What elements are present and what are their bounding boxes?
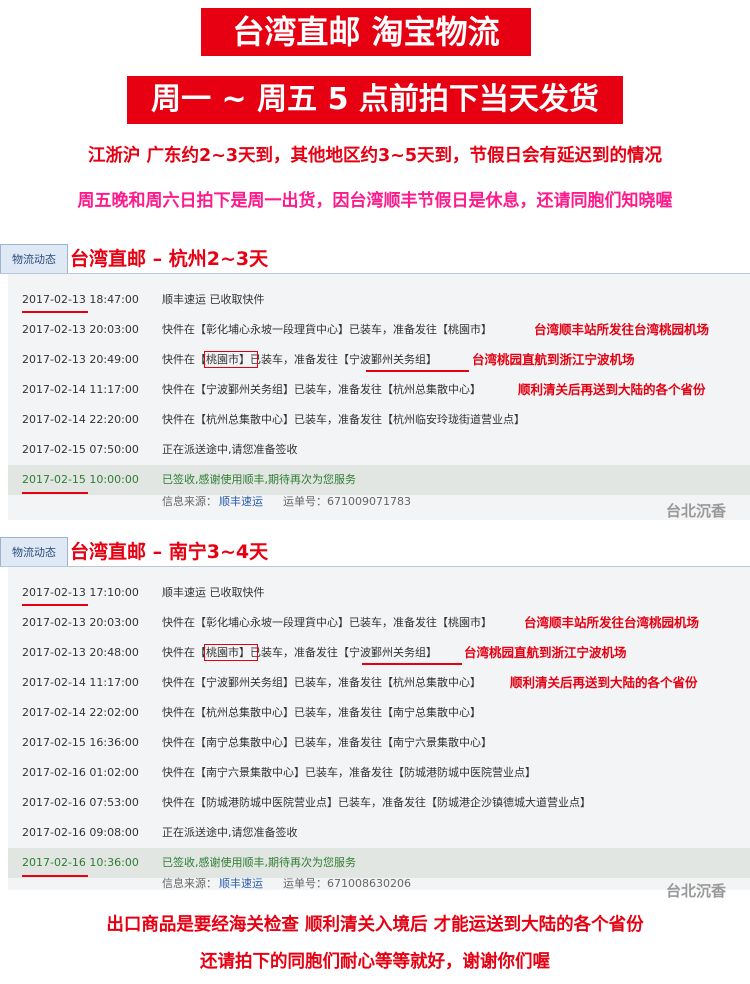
event-desc: 顺丰速运 已收取快件	[162, 293, 265, 306]
highlight-underline	[22, 492, 88, 494]
route-note: 台湾顺丰站所发往台湾桃园机场	[534, 322, 710, 337]
tracking-section-hangzhou: 物流动态 台湾直邮 – 杭州2~3天 2017-02-13 18:47:00 顺…	[0, 244, 750, 520]
route-note: 台湾顺丰站所发往台湾桃园机场	[524, 615, 700, 630]
tracking-row: 2017-02-14 11:17:00 快件在【宁波鄞州关务组】已装车，准备发往…	[8, 375, 750, 405]
highlight-underline	[362, 663, 462, 665]
tracking-row: 2017-02-14 22:02:00 快件在【杭州总集散中心】已装车，准备发往…	[8, 698, 750, 728]
shipping-time-banner: 周一 ~ 周五 5 点前拍下当天发货	[127, 76, 623, 124]
event-time: 2017-02-16 07:53:00	[22, 796, 139, 809]
tab-logistics[interactable]: 物流动态	[0, 244, 68, 273]
tracking-row: 2017-02-13 20:03:00 快件在【彰化埔心永坡一段理貨中心】已装车…	[8, 315, 750, 345]
tracking-section-nanning: 物流动态 台湾直邮 – 南宁3~4天 2017-02-13 17:10:00 顺…	[0, 537, 750, 900]
event-desc: 快件在【彰化埔心永坡一段理貨中心】已装车，准备发往【桃園市】	[162, 616, 492, 629]
waybill-number: 671009071783	[327, 495, 411, 508]
event-time: 2017-02-16 10:36:00	[22, 856, 139, 869]
event-time: 2017-02-16 09:08:00	[22, 826, 139, 839]
thanks-notice: 还请拍下的同胞们耐心等等就好，谢谢你们喔	[200, 952, 550, 972]
event-desc: 快件在【宁波鄞州关务组】已装车，准备发往【杭州总集散中心】	[162, 383, 481, 396]
highlight-underline	[22, 604, 88, 606]
event-time: 2017-02-14 11:17:00	[22, 383, 139, 396]
source-link[interactable]: 顺丰速运	[219, 877, 263, 890]
tracking-row: 2017-02-16 07:53:00 快件在【防城港防城中医院营业点】已装车，…	[8, 788, 750, 818]
highlight-underline	[22, 875, 88, 877]
tracking-row: 2017-02-13 20:48:00 快件在【桃園市】已装车，准备发往【宁波鄞…	[8, 638, 750, 668]
event-time: 2017-02-13 20:48:00	[22, 646, 139, 659]
event-time: 2017-02-14 22:02:00	[22, 706, 139, 719]
route-note: 台湾桃园直航到浙江宁波机场	[472, 352, 635, 367]
customs-notice: 出口商品是要经海关检查 顺利清关入境后 才能运送到大陆的各个省份	[106, 915, 644, 935]
route-note: 顺利清关后再送到大陆的各个省份	[510, 675, 698, 690]
tracking-row: 2017-02-13 20:49:00 快件在【桃園市】已装车，准备发往【宁波鄞…	[8, 345, 750, 375]
watermark: 台北沉香	[665, 882, 726, 900]
event-time: 2017-02-13 20:49:00	[22, 353, 139, 366]
highlight-box	[204, 351, 258, 368]
tab-bar: 物流动态 台湾直邮 – 南宁3~4天	[0, 537, 750, 567]
event-time: 2017-02-13 20:03:00	[22, 323, 139, 336]
event-desc: 快件在【宁波鄞州关务组】已装车，准备发往【杭州总集散中心】	[162, 676, 481, 689]
event-desc: 正在派送途中,请您准备签收	[162, 443, 298, 456]
section-title: 台湾直邮 – 南宁3~4天	[70, 541, 269, 563]
event-time: 2017-02-15 16:36:00	[22, 736, 139, 749]
route-note: 台湾桃园直航到浙江宁波机场	[464, 645, 627, 660]
event-desc: 快件在【彰化埔心永坡一段理貨中心】已装车，准备发往【桃園市】	[162, 323, 492, 336]
tab-bar: 物流动态 台湾直邮 – 杭州2~3天	[0, 244, 750, 274]
event-time: 2017-02-15 10:00:00	[22, 473, 139, 486]
event-desc: 顺丰速运 已收取快件	[162, 586, 265, 599]
tracking-row: 2017-02-15 16:36:00 快件在【南宁总集散中心】已装车，准备发往…	[8, 728, 750, 758]
source-info: 信息来源： 顺丰速运 运单号：671009071783	[162, 495, 411, 508]
event-time: 2017-02-14 11:17:00	[22, 676, 139, 689]
tracking-row: 2017-02-15 07:50:00 正在派送途中,请您准备签收	[8, 435, 750, 465]
tracking-row: 2017-02-13 18:47:00 顺丰速运 已收取快件	[8, 285, 750, 315]
event-time: 2017-02-16 01:02:00	[22, 766, 139, 779]
waybill-number: 671008630206	[327, 877, 411, 890]
event-desc: 快件在【杭州总集散中心】已装车，准备发往【杭州临安玲珑街道营业点】	[162, 413, 525, 426]
tracking-panel: 2017-02-13 17:10:00 顺丰速运 已收取快件 2017-02-1…	[8, 567, 750, 900]
event-desc: 快件在【南宁总集散中心】已装车，准备发往【南宁六景集散中心】	[162, 736, 492, 749]
event-desc: 快件在【防城港防城中医院营业点】已装车，准备发往【防城港企沙镇德城大道营业点】	[162, 796, 591, 809]
route-note: 顺利清关后再送到大陆的各个省份	[518, 382, 706, 397]
tracking-row: 2017-02-16 09:08:00 正在派送途中,请您准备签收	[8, 818, 750, 848]
tracking-panel: 2017-02-13 18:47:00 顺丰速运 已收取快件 2017-02-1…	[8, 274, 750, 520]
highlight-underline	[366, 370, 469, 372]
tracking-row: 2017-02-13 17:10:00 顺丰速运 已收取快件	[8, 578, 750, 608]
section-title: 台湾直邮 – 杭州2~3天	[70, 248, 269, 270]
event-time: 2017-02-14 22:20:00	[22, 413, 139, 426]
tab-logistics[interactable]: 物流动态	[0, 537, 68, 566]
event-desc: 快件在【南宁六景集散中心】已装车，准备发往【防城港防城中医院营业点】	[162, 766, 536, 779]
event-time: 2017-02-15 07:50:00	[22, 443, 139, 456]
tracking-row: 2017-02-14 11:17:00 快件在【宁波鄞州关务组】已装车，准备发往…	[8, 668, 750, 698]
source-link[interactable]: 顺丰速运	[219, 495, 263, 508]
watermark: 台北沉香	[665, 502, 726, 520]
highlight-underline	[22, 311, 88, 313]
event-time: 2017-02-13 20:03:00	[22, 616, 139, 629]
tracking-row: 2017-02-13 20:03:00 快件在【彰化埔心永坡一段理貨中心】已装车…	[8, 608, 750, 638]
title-banner: 台湾直邮 淘宝物流	[201, 8, 531, 56]
delivery-estimate-notice: 江浙沪 广东约2~3天到，其他地区约3~5天到，节假日会有延迟到的情况	[87, 146, 663, 166]
event-desc: 正在派送途中,请您准备签收	[162, 826, 298, 839]
tracking-row: 2017-02-16 01:02:00 快件在【南宁六景集散中心】已装车，准备发…	[8, 758, 750, 788]
event-desc: 快件在【杭州总集散中心】已装车，准备发往【南宁总集散中心】	[162, 706, 481, 719]
highlight-box	[204, 644, 258, 661]
tracking-row: 2017-02-14 22:20:00 快件在【杭州总集散中心】已装车，准备发往…	[8, 405, 750, 435]
source-info: 信息来源： 顺丰速运 运单号：671008630206	[162, 877, 411, 890]
weekend-notice: 周五晚和周六日拍下是周一出货，因台湾顺丰节假日是休息，还请同胞们知晓喔	[77, 191, 673, 211]
